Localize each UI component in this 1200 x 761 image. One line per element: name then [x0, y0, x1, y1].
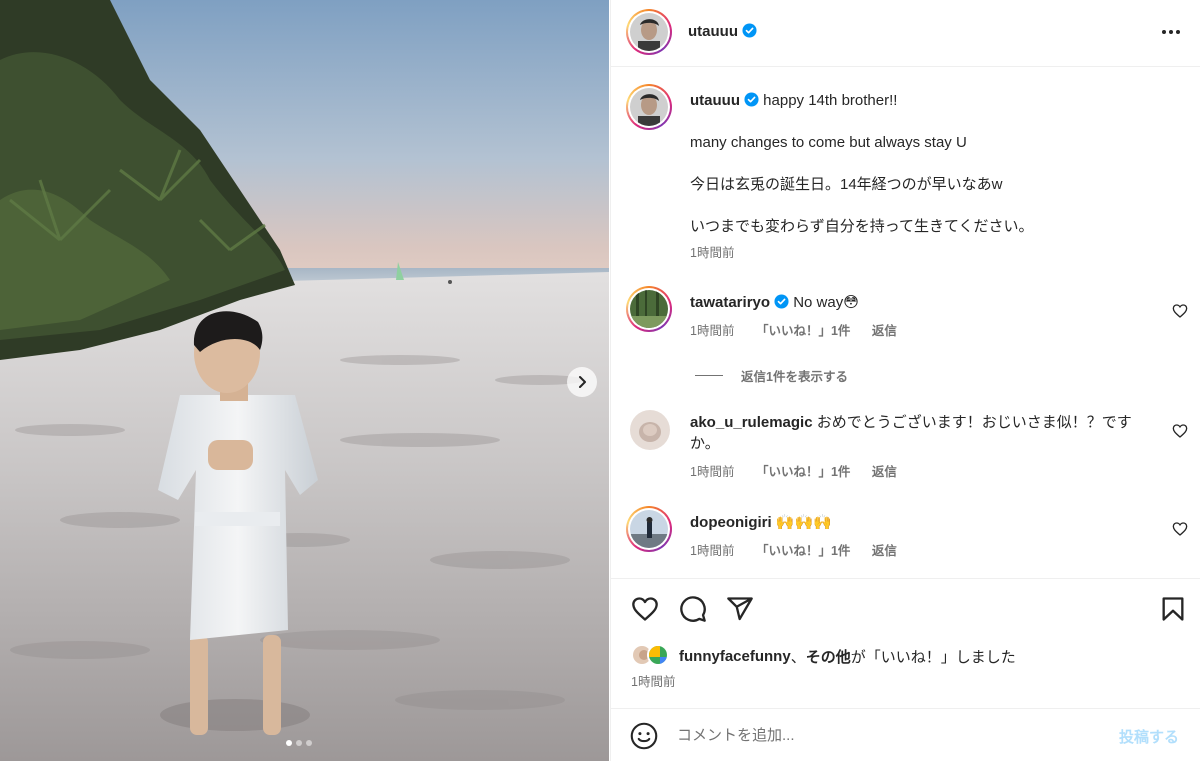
comment-time[interactable]: 1時間前 — [690, 544, 734, 558]
heart-icon[interactable] — [631, 595, 659, 623]
username-text[interactable]: utauuu — [688, 23, 738, 40]
liker-username[interactable]: funnyfacefunny — [679, 648, 791, 665]
comment-text: 🙌🙌🙌 — [775, 514, 832, 531]
comment-input[interactable] — [677, 723, 1097, 747]
reply-button[interactable]: 返信 — [872, 544, 897, 558]
share-icon[interactable] — [726, 595, 754, 623]
post-actions: funnyfacefunny、その他 が「いいね！」しました 1時間前 — [611, 578, 1200, 708]
carousel-dot — [296, 740, 302, 746]
view-replies-button[interactable]: 返信1件を表示する — [695, 366, 848, 385]
bookmark-icon[interactable] — [1159, 595, 1187, 623]
comments-list: utauuu happy 14th brother!! many changes… — [611, 68, 1200, 578]
likes-suffix: が「いいね！」しました — [850, 648, 1016, 666]
caption-username[interactable]: utauuu — [690, 92, 740, 109]
verified-icon — [744, 92, 759, 107]
profile-photo-icon — [630, 13, 668, 51]
divider-line — [695, 375, 723, 376]
avatar[interactable] — [626, 286, 672, 332]
comment-username[interactable]: ako_u_rulemagic — [690, 414, 813, 431]
more-options-button[interactable] — [1159, 22, 1183, 42]
carousel-dot-active — [286, 740, 292, 746]
emoji-icon[interactable] — [630, 722, 658, 750]
profile-photo-icon — [649, 646, 667, 664]
post-author-username[interactable]: utauuu — [688, 23, 757, 40]
caption-text-line: many changes to come but always stay U — [690, 134, 967, 151]
comment-likes[interactable]: 「いいね！」1件 — [756, 465, 850, 479]
comment-time[interactable]: 1時間前 — [690, 465, 734, 479]
verified-icon — [774, 294, 789, 309]
comment-icon[interactable] — [679, 595, 707, 623]
view-replies-label[interactable]: 返信1件を表示する — [741, 366, 848, 385]
likes-separator: 、 — [790, 648, 806, 666]
caption-text-line: happy 14th brother!! — [763, 92, 898, 109]
verified-icon — [742, 23, 757, 38]
likes-summary: funnyfacefunny、その他 が「いいね！」しました — [631, 644, 1016, 668]
avatar[interactable] — [647, 644, 669, 666]
comment-username[interactable]: dopeonigiri — [690, 514, 772, 531]
post-time[interactable]: 1時間前 — [631, 671, 675, 690]
caption-text-line: いつまでも変わらず自分を持って生きてください。 — [690, 218, 1034, 235]
profile-photo-icon — [630, 410, 670, 450]
liker-avatars — [631, 644, 675, 668]
post-header: utauuu — [611, 0, 1200, 67]
comment-text: No way😳 — [793, 294, 859, 311]
carousel-dots — [286, 740, 312, 746]
avatar[interactable] — [630, 410, 670, 450]
profile-photo-icon — [630, 510, 668, 548]
comment-time[interactable]: 1時間前 — [690, 324, 734, 338]
comment-username[interactable]: tawatariryo — [690, 294, 770, 311]
carousel-dot — [306, 740, 312, 746]
likes-others-link[interactable]: その他 — [806, 646, 851, 667]
avatar[interactable] — [626, 9, 672, 55]
avatar[interactable] — [626, 506, 672, 552]
profile-photo-icon — [630, 290, 668, 328]
chevron-right-icon — [579, 376, 586, 388]
caption-text-line: 今日は玄兎の誕生日。14年経つのが早いなあw — [690, 176, 1003, 193]
post-comment-button[interactable]: 投稿する — [1119, 726, 1179, 747]
heart-icon[interactable] — [1172, 521, 1188, 537]
post-photo — [0, 0, 609, 761]
post-detail-panel: utauuu utauuu happy 14th brother!! many … — [610, 0, 1200, 761]
avatar[interactable] — [626, 84, 672, 130]
comment-likes[interactable]: 「いいね！」1件 — [756, 544, 850, 558]
profile-photo-icon — [630, 88, 668, 126]
more-icon — [1162, 30, 1180, 34]
heart-icon[interactable] — [1172, 423, 1188, 439]
beach-photo-image — [0, 0, 609, 761]
next-slide-button[interactable] — [567, 367, 597, 397]
heart-icon[interactable] — [1172, 303, 1188, 319]
caption-time[interactable]: 1時間前 — [690, 246, 734, 260]
comment-likes[interactable]: 「いいね！」1件 — [756, 324, 850, 338]
reply-button[interactable]: 返信 — [872, 324, 897, 338]
add-comment-bar: 投稿する — [611, 708, 1200, 761]
reply-button[interactable]: 返信 — [872, 465, 897, 479]
